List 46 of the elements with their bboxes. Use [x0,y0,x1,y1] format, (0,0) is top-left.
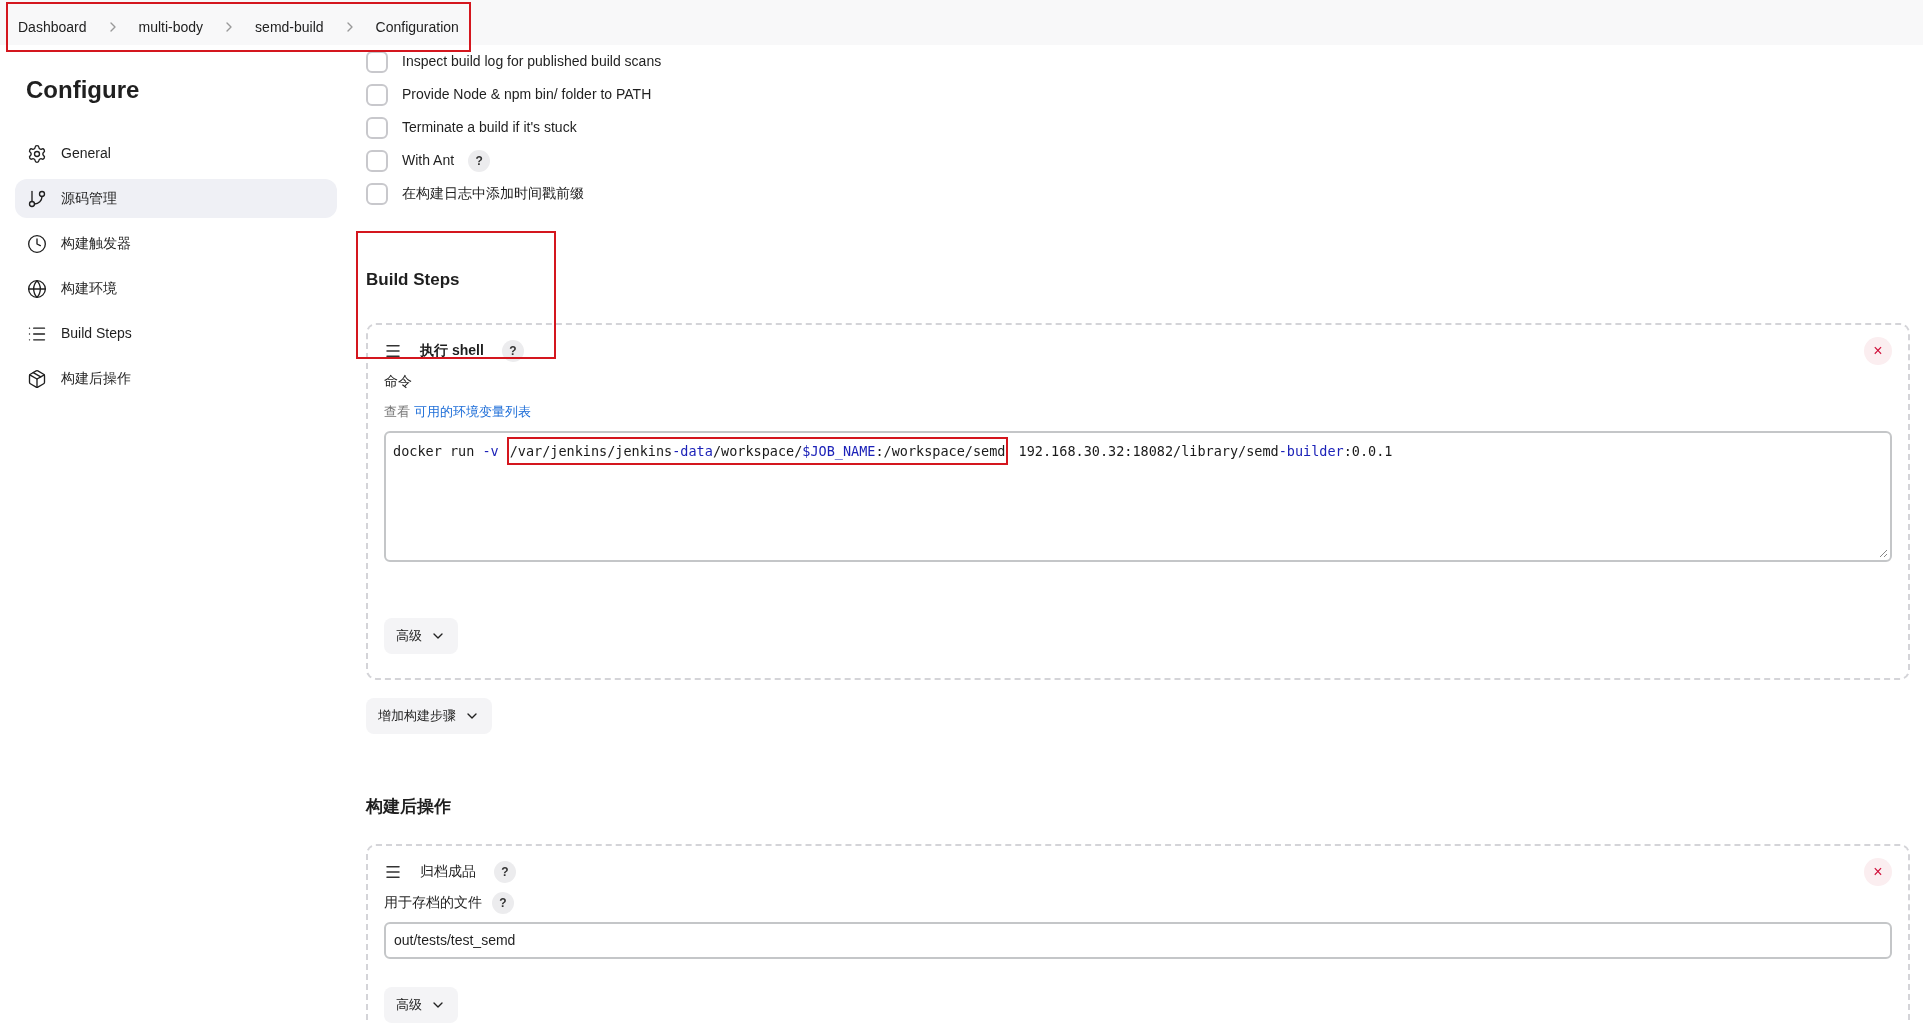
field-label: 用于存档的文件 [384,893,482,912]
step-title: 执行 shell [420,341,484,360]
checkbox[interactable] [366,83,388,106]
env-vars-link[interactable]: 可用的环境变量列表 [414,401,531,421]
settings-icon [27,143,47,164]
advanced-button[interactable]: 高级 [384,986,458,1023]
resize-grip-icon[interactable] [1878,548,1888,558]
help-button[interactable]: ? [501,339,524,362]
sidebar-item[interactable]: 构建触发器 [15,224,337,263]
sidebar-item[interactable]: 构建环境 [15,269,337,308]
checkbox[interactable] [366,116,388,139]
checkbox[interactable] [366,182,388,205]
branch-icon [27,188,47,209]
files-input[interactable]: out/tests/test_semd [384,921,1892,959]
checkbox[interactable] [366,50,388,73]
breadcrumb-link[interactable]: semd-build [255,16,324,38]
option-label: With Ant [402,151,455,170]
page-title: Configure [26,75,141,105]
help-button[interactable]: ? [494,860,516,883]
advanced-button[interactable]: 高级 [384,618,458,654]
command-field[interactable]: docker run -v /var/jenkins/jenkins-data/workspace/$JOB_NAME:/workspace/semd 192.168.30.32:18082/library/semd-builder:0.0.1 [384,431,1892,562]
breadcrumb-link[interactable]: Configuration [375,16,459,38]
option-label: 在构建日志中添加时间戳前缀 [402,184,584,203]
hint-text: 查看 [384,402,410,421]
help-button[interactable]: ? [492,891,514,914]
clock-icon [27,233,47,254]
option-label: Terminate a build if it's stuck [402,118,577,137]
breadcrumb-link[interactable]: Dashboard [18,16,87,38]
add-build-step-button[interactable]: 增加构建步骤 [366,698,492,734]
breadcrumb-link[interactable]: multi-body [138,16,204,38]
package-icon [27,368,47,389]
sidebar-item[interactable]: General [15,134,337,173]
sidebar-item[interactable]: 构建后操作 [15,359,337,398]
field-label: 命令 [384,371,413,391]
close-button[interactable]: × [1864,857,1892,886]
section-title: Build Steps [366,269,461,291]
option-label: Provide Node & npm bin/ folder to PATH [402,85,652,104]
help-button[interactable]: ? [468,149,491,172]
section-title: 构建后操作 [366,796,452,818]
sidebar-item[interactable]: 源码管理 [15,179,337,218]
option-label: Inspect build log for published build scans [402,52,662,71]
sidebar-item[interactable]: Build Steps [15,314,337,353]
step-title: 归档成品 [420,862,476,881]
close-button[interactable]: × [1864,336,1892,365]
checkbox[interactable] [366,149,388,172]
globe-icon [27,278,47,299]
